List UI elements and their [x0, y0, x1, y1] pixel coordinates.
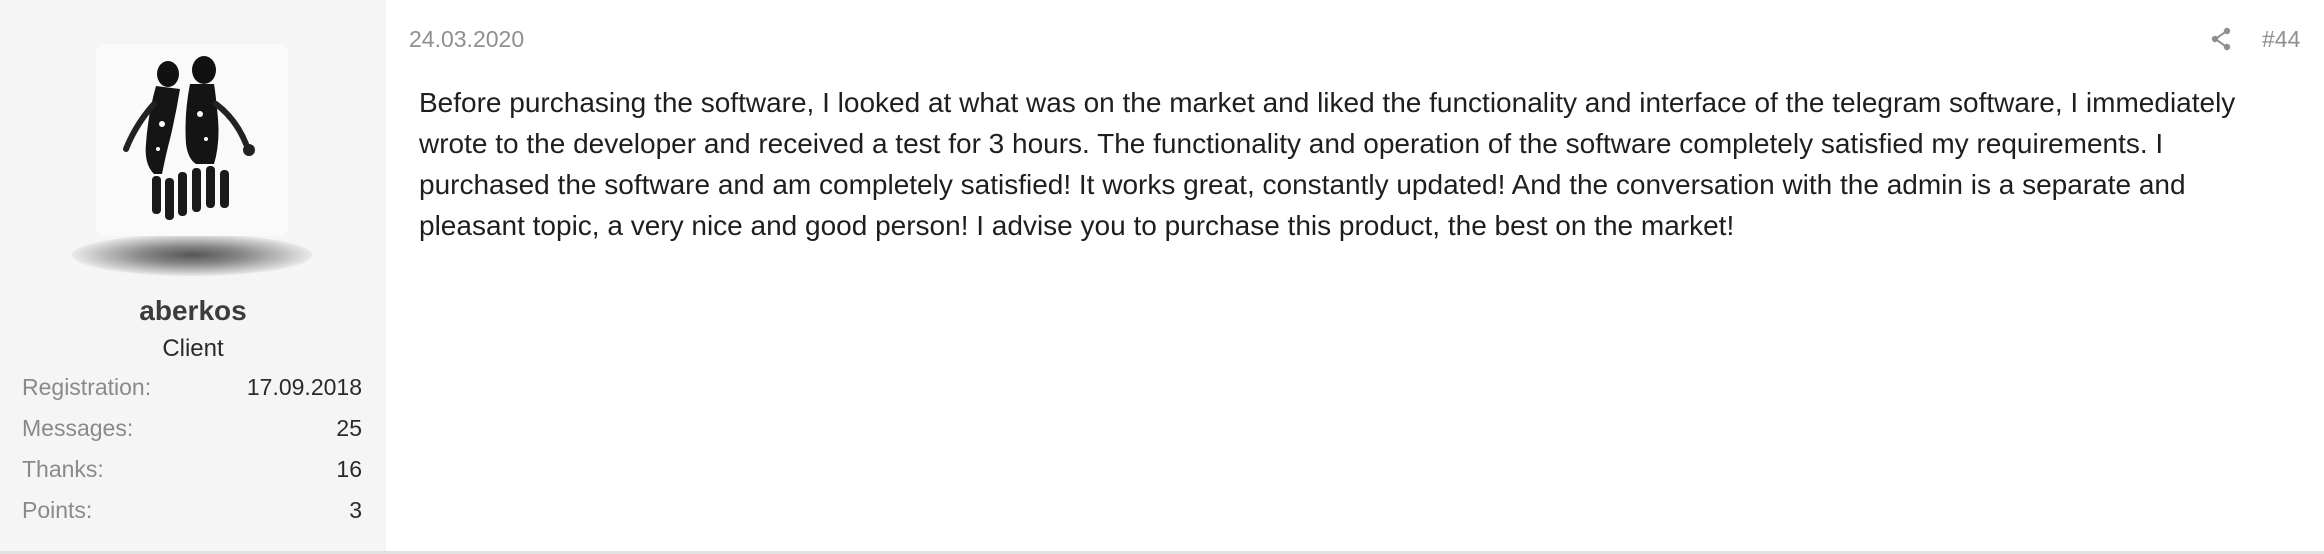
avatar[interactable] — [96, 44, 288, 236]
stat-label: Points: — [22, 497, 93, 523]
stat-label: Registration: — [22, 374, 152, 400]
stat-row-messages: Messages: 25 — [22, 411, 362, 452]
share-icon[interactable] — [2210, 27, 2232, 51]
post-body: Before purchasing the software, I looked… — [419, 87, 2236, 241]
stat-value: 17.09.2018 — [246, 374, 362, 400]
avatar-container[interactable] — [68, 40, 318, 280]
forum-post: aberkos Client Registration: 17.09.2018 … — [0, 0, 2324, 554]
post-number-link[interactable]: #44 — [2262, 26, 2300, 53]
stat-row-thanks: Thanks: 16 — [22, 452, 362, 493]
post-content: 24.03.2020 #44 Before purchasing the sof… — [386, 0, 2324, 551]
stat-value: 3 — [349, 497, 362, 523]
stat-label: Messages: — [22, 415, 134, 441]
stat-row-points: Points: 3 — [22, 493, 362, 534]
username[interactable]: aberkos — [0, 295, 386, 327]
user-panel: aberkos Client Registration: 17.09.2018 … — [0, 0, 386, 551]
avatar-shadow — [72, 234, 312, 276]
stat-row-registration: Registration: 17.09.2018 — [22, 370, 362, 411]
post-date[interactable]: 24.03.2020 — [409, 26, 524, 53]
stat-value: 25 — [336, 415, 362, 441]
user-title: Client — [162, 335, 224, 362]
handprint-figures-avatar-icon — [96, 44, 288, 236]
stat-value: 16 — [336, 456, 362, 482]
user-stats: Registration: 17.09.2018 Messages: 25 Th… — [22, 370, 362, 534]
stat-label: Thanks: — [22, 456, 104, 482]
